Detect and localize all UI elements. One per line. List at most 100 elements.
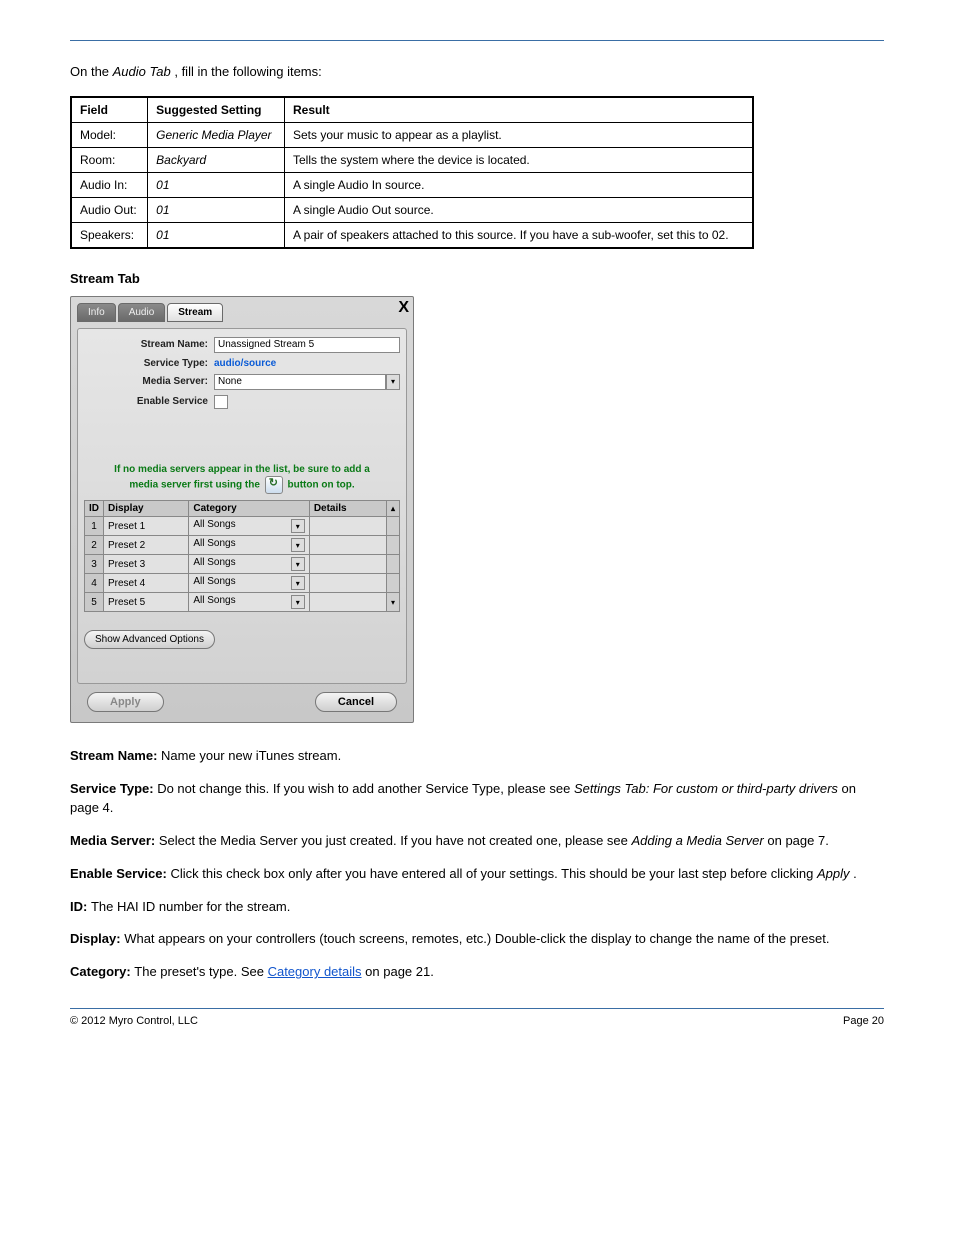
hint-text: If no media servers appear in the list, … <box>90 463 394 495</box>
input-stream-name[interactable] <box>214 337 400 353</box>
dialog-tabs: Info Audio Stream <box>77 303 407 322</box>
para-media-server: Media Server: Select the Media Server yo… <box>70 832 884 851</box>
preset-row: 3Preset 3All Songs▾ <box>85 555 400 574</box>
media-server-dropdown-icon[interactable]: ▾ <box>386 374 400 390</box>
cell-field: Audio Out: <box>71 197 148 222</box>
preset-display[interactable]: Preset 5 <box>104 593 189 612</box>
footer: © 2012 Myro Control, LLC Page 20 <box>70 1009 884 1027</box>
refresh-icon <box>265 476 283 494</box>
close-icon[interactable]: X <box>398 299 409 317</box>
form-area: Stream Name: Service Type: audio/source … <box>77 328 407 685</box>
checkbox-enable-service[interactable] <box>214 395 228 409</box>
para-enable-service: Enable Service: Click this check box onl… <box>70 865 884 884</box>
cell-field: Speakers: <box>71 222 148 248</box>
preset-category[interactable]: All Songs▾ <box>189 574 309 593</box>
tab-info[interactable]: Info <box>77 303 116 322</box>
lbl-service-type: Service Type: <box>84 358 214 369</box>
th-setting: Suggested Setting <box>148 97 285 123</box>
preset-id: 1 <box>85 517 104 536</box>
row-media-server: Media Server: ▾ <box>84 374 400 390</box>
preset-category[interactable]: All Songs▾ <box>189 593 309 612</box>
tab-stream[interactable]: Stream <box>167 303 223 322</box>
chevron-down-icon[interactable]: ▾ <box>291 576 305 590</box>
preset-row: 4Preset 4All Songs▾ <box>85 574 400 593</box>
lbl-enable-service: Enable Service <box>84 396 214 407</box>
preset-category[interactable]: All Songs▾ <box>189 536 309 555</box>
cell-setting: 01 <box>148 172 285 197</box>
scrollbar-track[interactable] <box>386 574 399 593</box>
table-row: Room:BackyardTells the system where the … <box>71 147 753 172</box>
th-field: Field <box>71 97 148 123</box>
preset-display[interactable]: Preset 3 <box>104 555 189 574</box>
preset-row: 5Preset 5All Songs▾▾ <box>85 593 400 612</box>
preset-table: ID Display Category Details ▴ 1Preset 1A… <box>84 500 400 612</box>
cell-setting: 01 <box>148 197 285 222</box>
scrollbar-track[interactable]: ▾ <box>386 593 399 612</box>
table-row: Audio Out:01A single Audio Out source. <box>71 197 753 222</box>
row-enable-service: Enable Service <box>84 395 400 409</box>
chevron-down-icon[interactable]: ▾ <box>291 557 305 571</box>
preset-row: 2Preset 2All Songs▾ <box>85 536 400 555</box>
preset-display[interactable]: Preset 4 <box>104 574 189 593</box>
scrollbar-track[interactable] <box>386 536 399 555</box>
table-row: Audio In:01A single Audio In source. <box>71 172 753 197</box>
chevron-down-icon[interactable]: ▾ <box>291 519 305 533</box>
para-category: Category: The preset's type. See Categor… <box>70 963 884 982</box>
lbl-stream-name: Stream Name: <box>84 339 214 350</box>
preset-id: 2 <box>85 536 104 555</box>
dialog-footer: Apply Cancel <box>77 684 407 712</box>
pth-details: Details <box>309 501 386 517</box>
footer-right: Page 20 <box>843 1015 884 1027</box>
pth-id: ID <box>85 501 104 517</box>
th-result: Result <box>284 97 752 123</box>
scrollbar-track[interactable] <box>386 517 399 536</box>
input-media-server[interactable] <box>214 374 386 390</box>
tab-audio[interactable]: Audio <box>118 303 166 322</box>
category-details-link[interactable]: Category details <box>268 964 362 979</box>
preset-display[interactable]: Preset 2 <box>104 536 189 555</box>
preset-details <box>309 555 386 574</box>
preset-category[interactable]: All Songs▾ <box>189 517 309 536</box>
para-display: Display: What appears on your controller… <box>70 930 884 949</box>
preset-display[interactable]: Preset 1 <box>104 517 189 536</box>
scroll-down-icon[interactable]: ▾ <box>391 598 395 607</box>
cell-result: A pair of speakers attached to this sour… <box>284 222 752 248</box>
stream-tab-label: Stream Tab <box>70 271 884 286</box>
apply-button[interactable]: Apply <box>87 692 164 712</box>
preset-details <box>309 536 386 555</box>
pth-display: Display <box>104 501 189 517</box>
show-advanced-button[interactable]: Show Advanced Options <box>84 630 215 649</box>
table-row: Model:Generic Media PlayerSets your musi… <box>71 122 753 147</box>
chevron-down-icon[interactable]: ▾ <box>291 538 305 552</box>
chevron-down-icon[interactable]: ▾ <box>291 595 305 609</box>
para-stream-name: Stream Name: Name your new iTunes stream… <box>70 747 884 766</box>
footer-left: © 2012 Myro Control, LLC <box>70 1015 198 1027</box>
cell-field: Audio In: <box>71 172 148 197</box>
cell-result: A single Audio Out source. <box>284 197 752 222</box>
para-service-type: Service Type: Do not change this. If you… <box>70 780 884 818</box>
cell-setting: Backyard <box>148 147 285 172</box>
cell-field: Room: <box>71 147 148 172</box>
preset-category[interactable]: All Songs▾ <box>189 555 309 574</box>
cell-result: A single Audio In source. <box>284 172 752 197</box>
preset-id: 4 <box>85 574 104 593</box>
scroll-up-icon[interactable]: ▴ <box>386 501 399 517</box>
audio-table: Field Suggested Setting Result Model:Gen… <box>70 96 754 249</box>
preset-id: 3 <box>85 555 104 574</box>
header-divider <box>70 40 884 41</box>
cell-setting: Generic Media Player <box>148 122 285 147</box>
scrollbar-track[interactable] <box>386 555 399 574</box>
preset-details <box>309 517 386 536</box>
preset-details <box>309 574 386 593</box>
preset-row: 1Preset 1All Songs▾ <box>85 517 400 536</box>
intro-paragraph: On the Audio Tab , fill in the following… <box>70 63 884 82</box>
cell-setting: 01 <box>148 222 285 248</box>
para-id: ID: The HAI ID number for the stream. <box>70 898 884 917</box>
body-text: Stream Name: Name your new iTunes stream… <box>70 747 884 982</box>
stream-dialog: X Info Audio Stream Stream Name: Service… <box>70 296 414 724</box>
row-stream-name: Stream Name: <box>84 337 400 353</box>
cancel-button[interactable]: Cancel <box>315 692 397 712</box>
cell-result: Sets your music to appear as a playlist. <box>284 122 752 147</box>
val-service-type: audio/source <box>214 358 276 369</box>
cell-result: Tells the system where the device is loc… <box>284 147 752 172</box>
